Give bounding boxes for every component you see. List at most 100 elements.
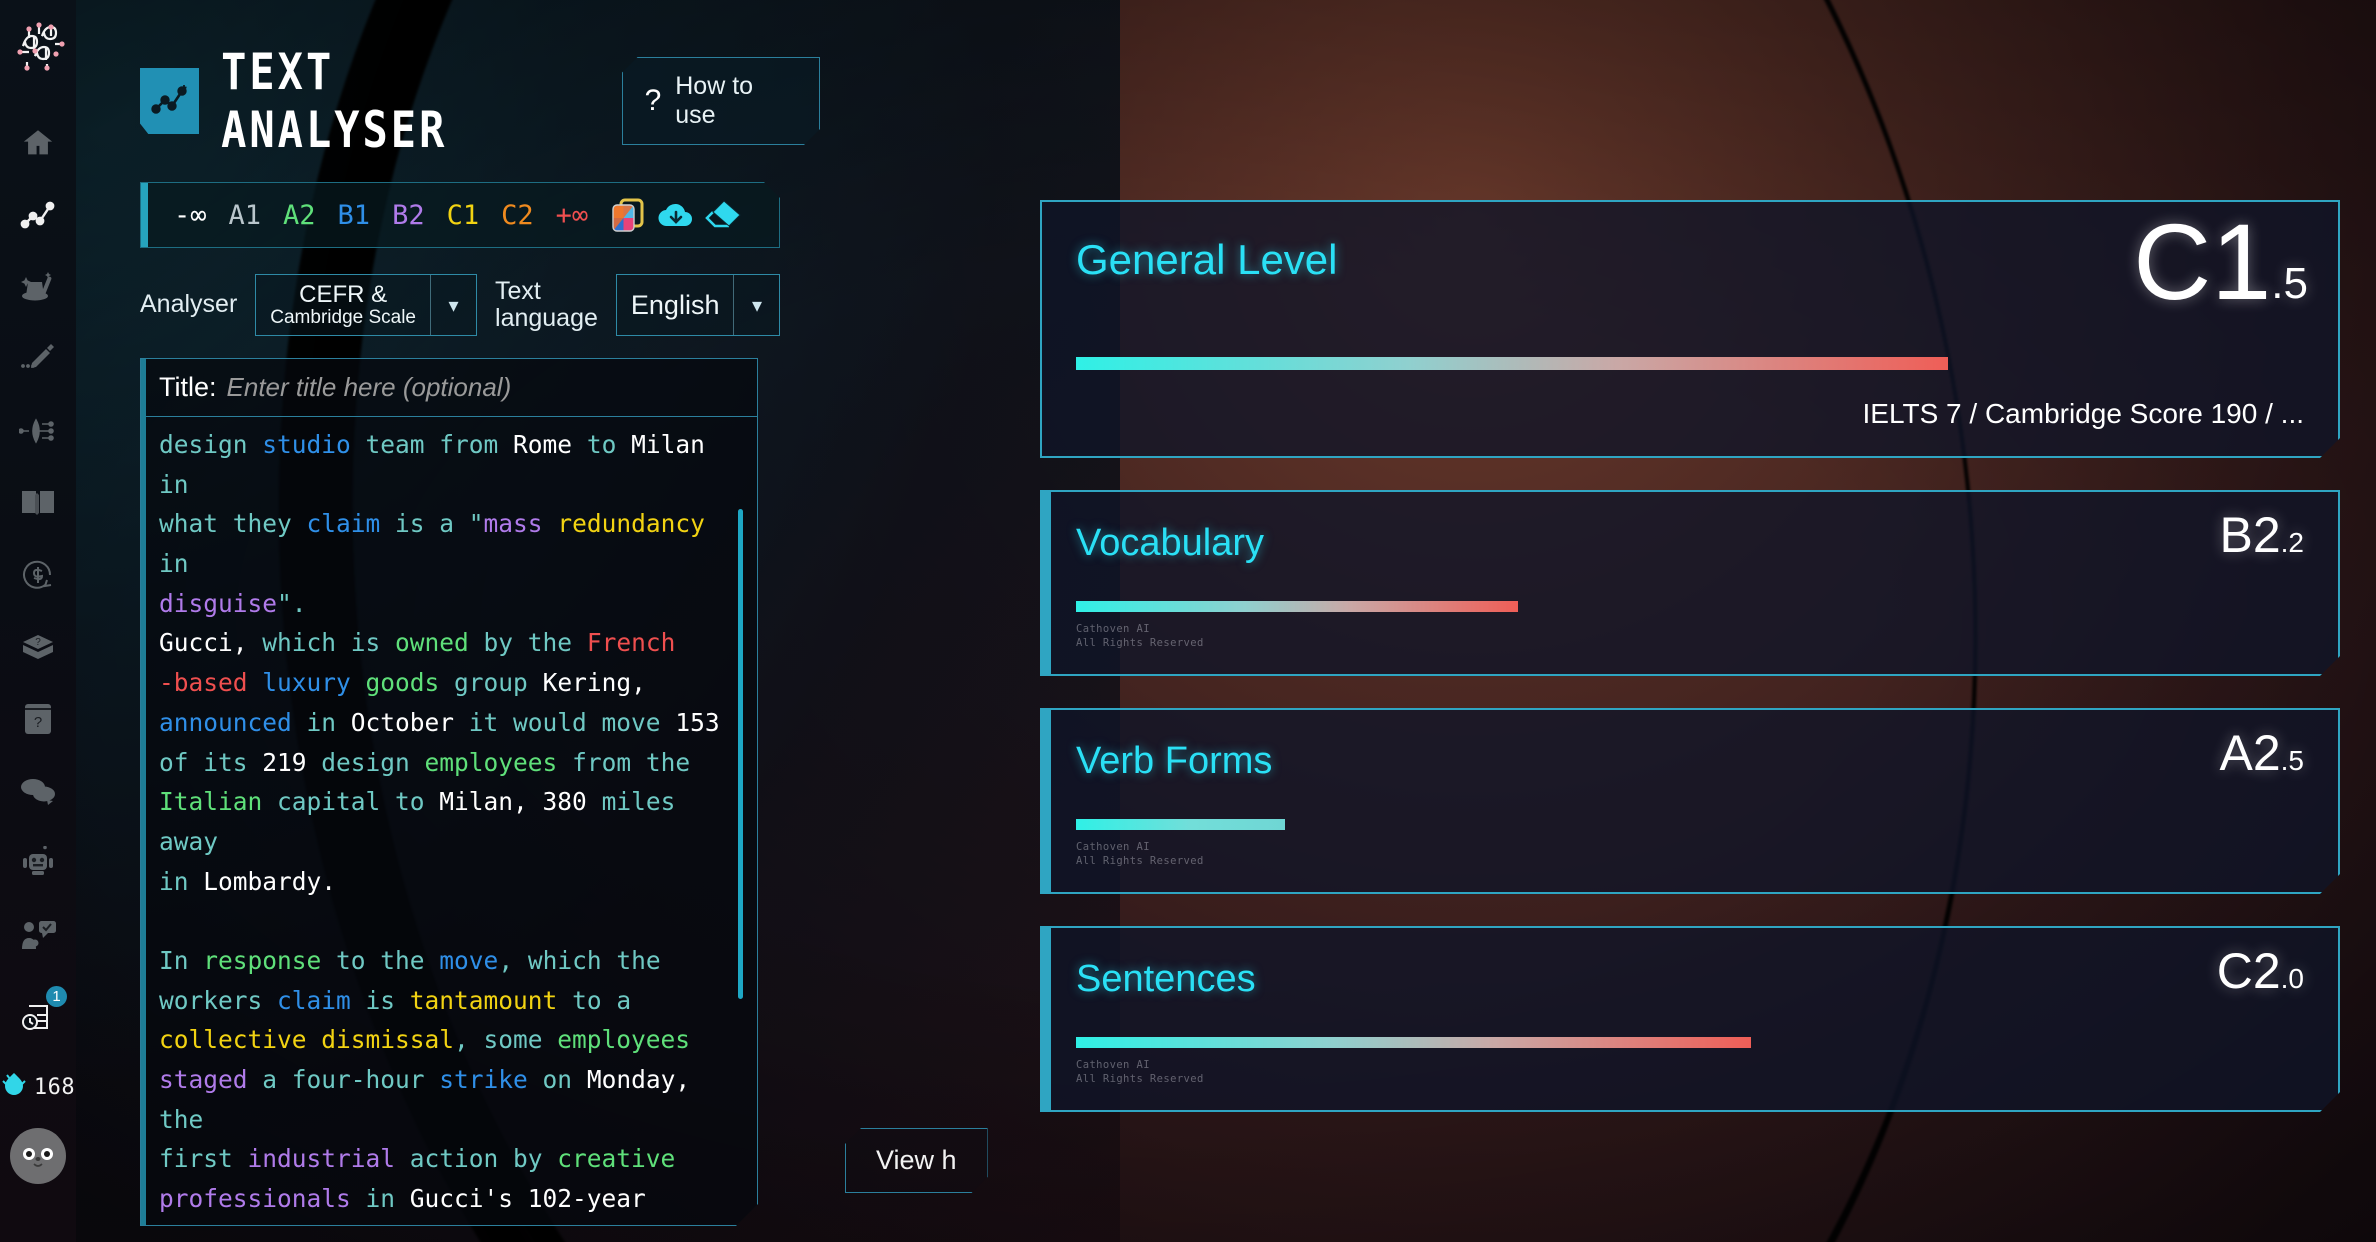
- text-token: which is: [262, 628, 396, 658]
- general-level-note: IELTS 7 / Cambridge Score 190 / ...: [1862, 398, 2304, 429]
- text-token: first: [159, 1144, 248, 1174]
- verb-forms-title: Verb Forms: [1076, 740, 1273, 782]
- chat-bubbles-icon: [19, 776, 57, 806]
- cefr-level-neg-inf[interactable]: -∞: [163, 200, 218, 231]
- text-token: claim: [306, 509, 396, 539]
- eraser-icon[interactable]: [705, 198, 743, 232]
- sidebar-item-analyser[interactable]: [13, 190, 63, 240]
- language-label: Text language: [495, 276, 598, 333]
- avatar[interactable]: [10, 1128, 66, 1184]
- analysed-text[interactable]: design studio team from Rome to Milan in…: [141, 417, 757, 1226]
- text-token: Gucci's: [409, 1184, 528, 1214]
- cloud-download-icon[interactable]: [657, 199, 695, 231]
- gem-count: 168: [33, 1074, 76, 1100]
- chevron-down-icon[interactable]: ▾: [430, 275, 476, 335]
- text-token: disguise: [159, 588, 278, 618]
- text-token: to a: [572, 985, 632, 1015]
- general-level-bar: [1076, 357, 2304, 370]
- language-label-line2: language: [495, 304, 598, 332]
- watermark-line2: All Rights Reserved: [1076, 636, 1204, 649]
- controls-row: Analyser CEFR & Cambridge Scale ▾ Text l…: [140, 274, 820, 336]
- gem-leaf-icon: [1, 1072, 27, 1102]
- language-label-line1: Text: [495, 276, 541, 305]
- text-token: capital to: [277, 787, 440, 817]
- general-level-grade: C1 .5: [2133, 208, 2308, 316]
- text-line: in Lombardy.: [159, 862, 741, 902]
- sidebar-item-docs[interactable]: ?: [13, 694, 63, 744]
- how-to-use-button[interactable]: ? How to use: [622, 57, 820, 145]
- sidebar-item-teacher[interactable]: [13, 910, 63, 960]
- text-token: in: [159, 469, 189, 499]
- sidebar-item-editor[interactable]: [13, 334, 63, 384]
- page-title: TEXT ANALYSER: [221, 43, 448, 159]
- text-token: goods: [365, 668, 455, 698]
- text-token: is a ": [395, 509, 484, 539]
- line-chart-logo-icon: [150, 81, 190, 122]
- vocabulary-bar: [1076, 601, 2304, 612]
- question-mark-icon: ?: [644, 84, 662, 117]
- cathoven-network-logo-icon[interactable]: [9, 16, 67, 74]
- sidebar-item-chat[interactable]: [13, 766, 63, 816]
- color-palette-cards-icon[interactable]: [609, 196, 647, 234]
- analyser-select[interactable]: CEFR & Cambridge Scale ▾: [255, 274, 478, 336]
- sidebar-item-magic-tools[interactable]: [13, 262, 63, 312]
- text-token: 380: [542, 787, 602, 817]
- brand-row: TEXT ANALYSER ? How to use: [140, 43, 820, 159]
- cefr-level-a1[interactable]: A1: [218, 200, 273, 231]
- cefr-level-c2[interactable]: C2: [490, 200, 545, 231]
- cefr-level-b1[interactable]: B1: [327, 200, 382, 231]
- sidebar-item-bot[interactable]: [13, 838, 63, 888]
- dollar-refresh-icon: [20, 558, 56, 592]
- cefr-level-a2[interactable]: A2: [272, 200, 327, 231]
- sidebar-item-help-box[interactable]: ?: [13, 622, 63, 672]
- question-box-icon: ?: [20, 631, 56, 663]
- cefr-level-b2[interactable]: B2: [381, 200, 436, 231]
- vocabulary-bar-fill: [1076, 601, 1518, 612]
- vocabulary-grade: B2 .2: [2219, 510, 2304, 560]
- text-token: -based: [159, 668, 263, 698]
- text-line: disguise".: [159, 584, 741, 624]
- home-icon: [21, 126, 55, 160]
- text-token: 102-year: [527, 1184, 646, 1214]
- text-token: it would move: [468, 707, 676, 737]
- title-row[interactable]: Title: Enter title here (optional): [141, 359, 757, 417]
- text-token: design: [159, 430, 263, 459]
- verb-forms-grade: A2 .5: [2219, 728, 2304, 778]
- view-history-button[interactable]: View h: [845, 1128, 988, 1193]
- text-token: Monday,: [586, 1065, 705, 1094]
- language-value: English: [630, 289, 720, 320]
- sidebar-item-library[interactable]: [13, 478, 63, 528]
- chevron-down-icon[interactable]: ▾: [733, 275, 779, 335]
- title-input[interactable]: Enter title here (optional): [227, 372, 512, 403]
- sentences-bar: [1076, 1037, 2304, 1048]
- vocabulary-grade-sub: .2: [2280, 527, 2304, 558]
- sentences-title: Sentences: [1076, 958, 1256, 1000]
- text-editor[interactable]: Title: Enter title here (optional) desig…: [140, 358, 758, 1226]
- cefr-level-pos-inf[interactable]: +∞: [545, 200, 600, 231]
- text-token: professionals: [159, 1184, 366, 1214]
- text-line: [159, 901, 741, 941]
- sidebar-item-home[interactable]: [13, 118, 63, 168]
- sidebar-item-credits[interactable]: [13, 550, 63, 600]
- text-token: Lombardy.: [203, 866, 337, 896]
- editor-scrollbar[interactable]: [738, 509, 743, 999]
- text-token: team from: [365, 430, 514, 459]
- text-token: mass: [483, 509, 558, 539]
- text-token: on: [542, 1065, 587, 1094]
- verb-forms-bar: [1076, 819, 2304, 830]
- history-list-icon: [19, 1002, 57, 1036]
- cefr-level-c1[interactable]: C1: [436, 200, 491, 231]
- watermark-line1: Cathoven AI: [1076, 622, 1150, 635]
- watermark-line2: All Rights Reserved: [1076, 854, 1204, 867]
- gem-counter[interactable]: 168: [1, 1072, 75, 1102]
- text-line: In response to the move, which the: [159, 941, 741, 981]
- text-token: tantamount: [409, 985, 573, 1015]
- question-book-icon: ?: [22, 702, 54, 736]
- svg-text:?: ?: [34, 714, 42, 731]
- sidebar-item-structure[interactable]: [13, 406, 63, 456]
- vocabulary-grade-main: B2: [2219, 507, 2281, 563]
- text-token: staged: [159, 1065, 263, 1094]
- sidebar-item-history[interactable]: 1: [13, 986, 67, 1044]
- language-select[interactable]: English ▾: [615, 274, 781, 336]
- analyser-value-line1: CEFR &: [299, 281, 388, 309]
